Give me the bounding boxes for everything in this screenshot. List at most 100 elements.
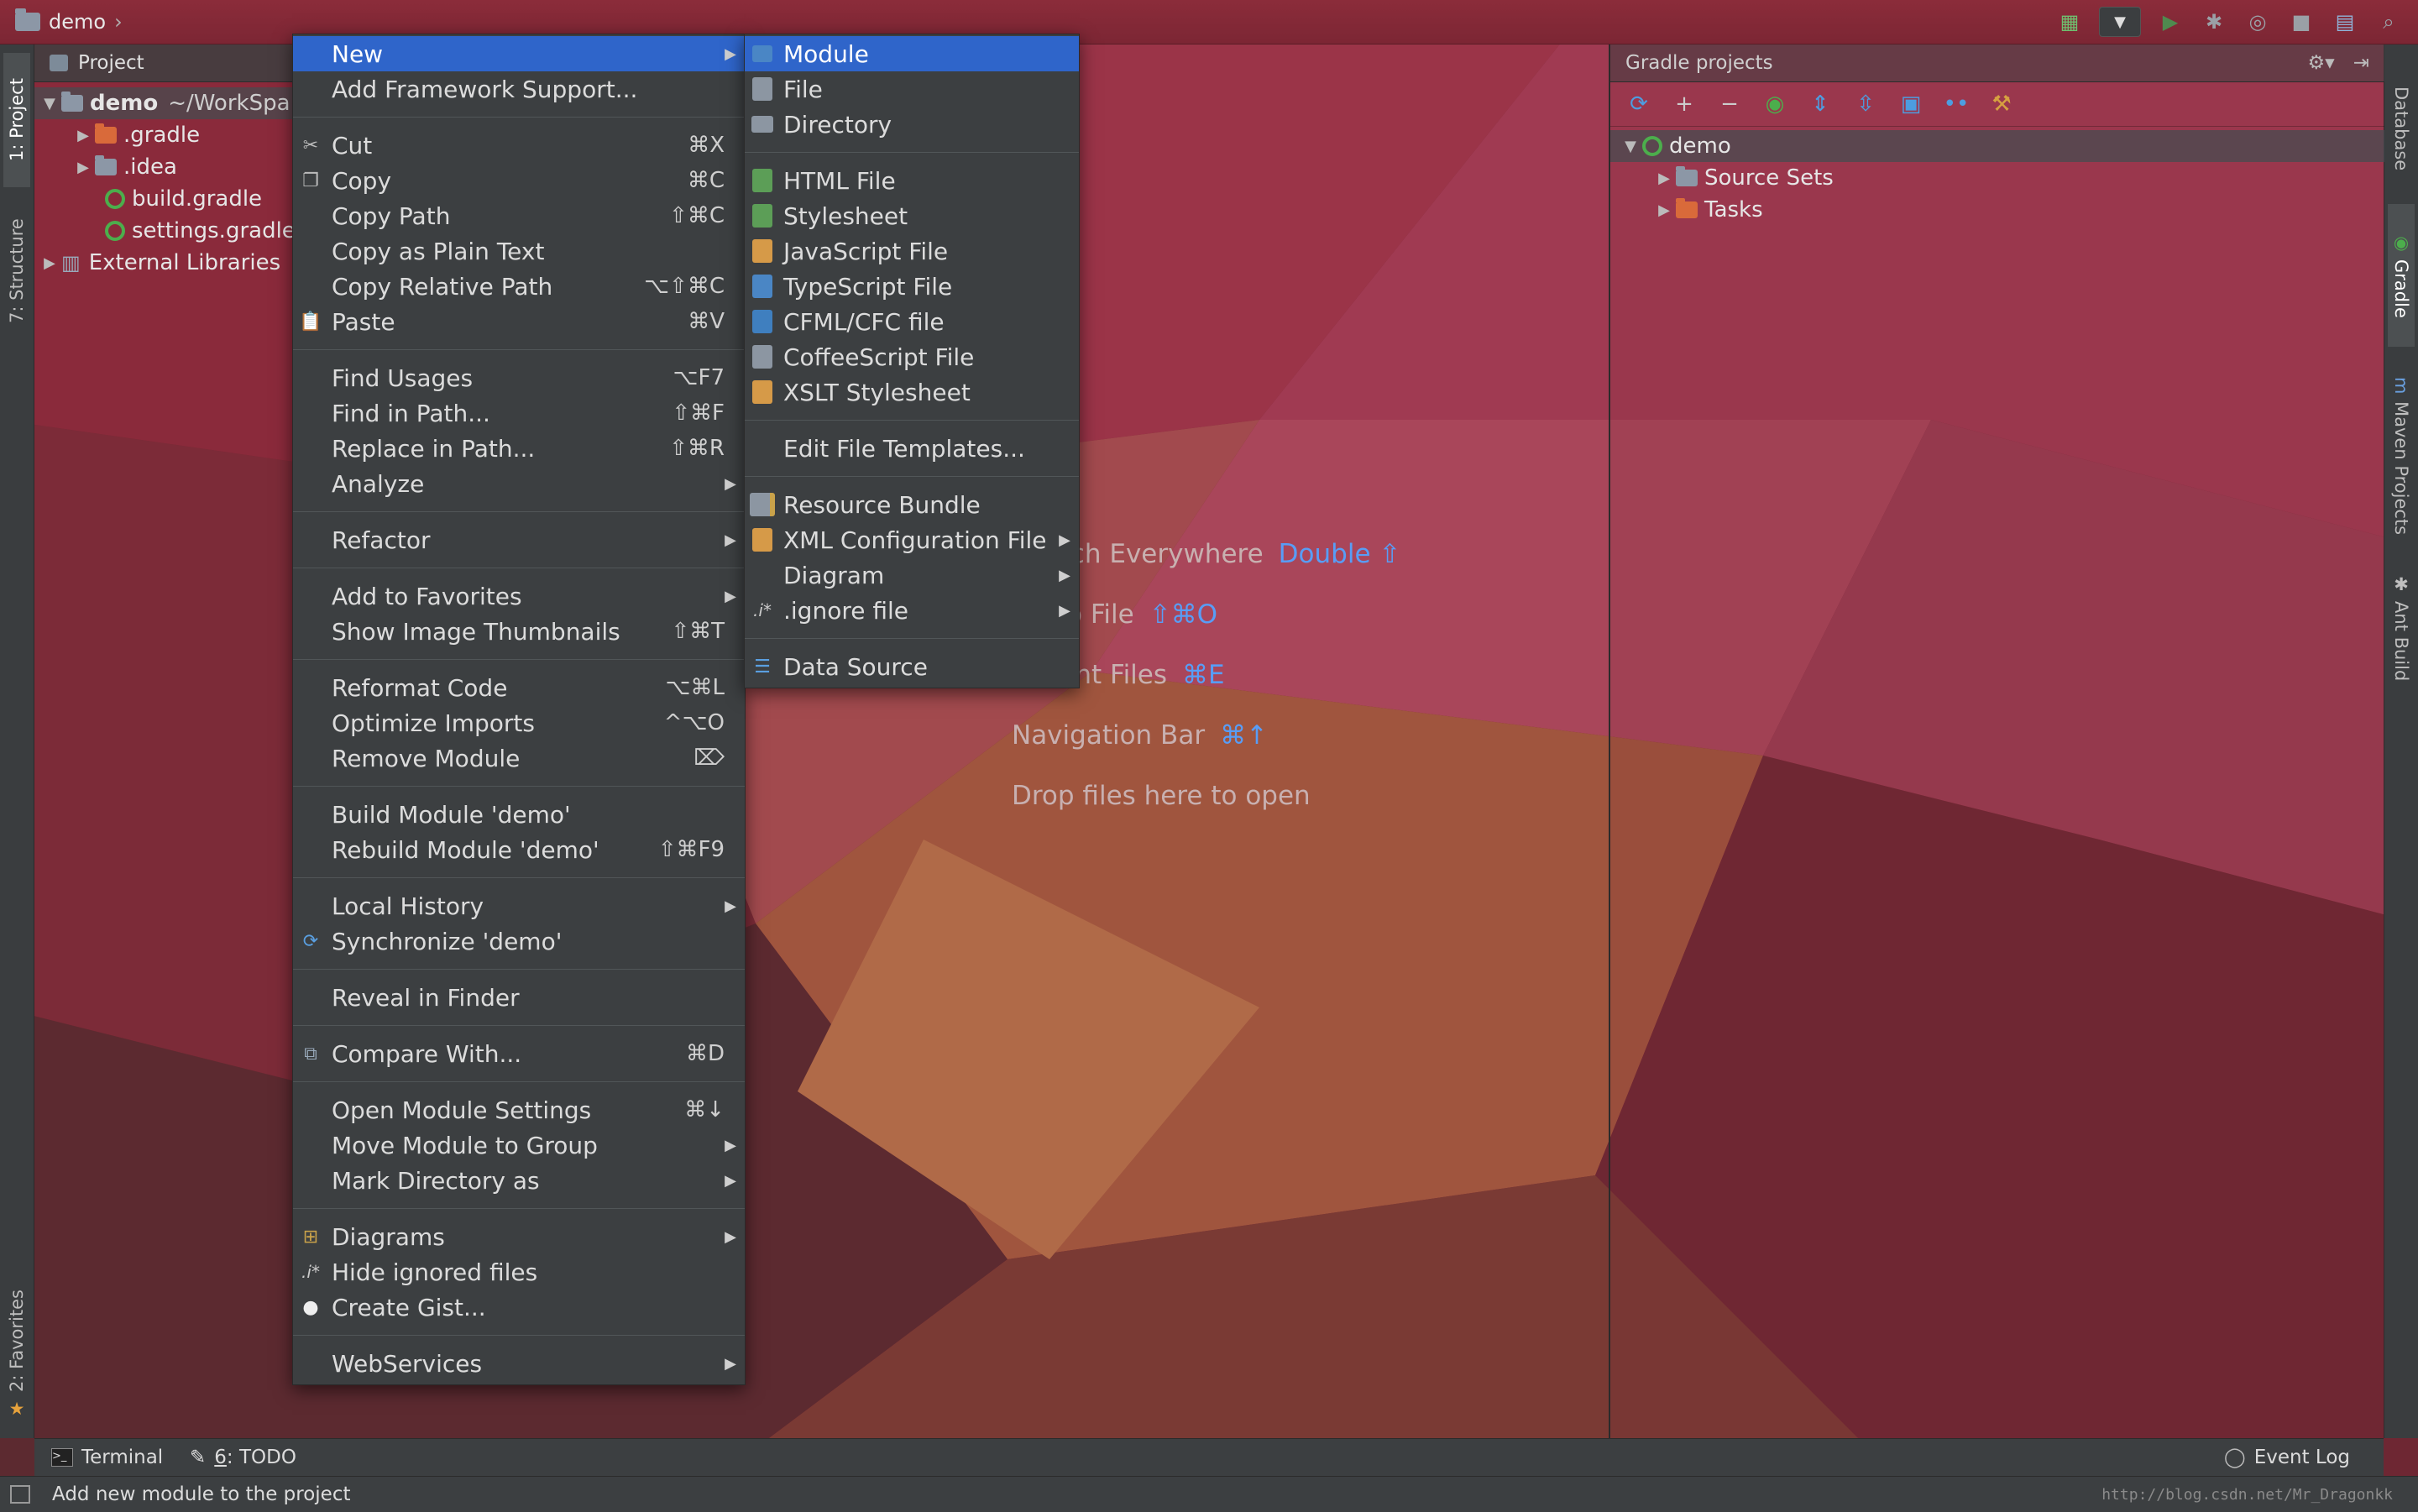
- menu-item-synchronize[interactable]: ⟳ Synchronize 'demo': [293, 923, 745, 959]
- menu-item-paste[interactable]: 📋 Paste ⌘V: [293, 304, 745, 339]
- menu-item-cut[interactable]: ✂ Cut ⌘X: [293, 128, 745, 163]
- collapse-all-icon[interactable]: ⇳: [1852, 91, 1879, 118]
- tree-node-path: ~/WorkSpa: [168, 91, 290, 116]
- menu-item-create-gist[interactable]: ● Create Gist...: [293, 1290, 745, 1325]
- menu-item-refactor[interactable]: Refactor ▶: [293, 522, 745, 557]
- menu-item-webservices[interactable]: WebServices ▶: [293, 1346, 745, 1381]
- gradle-node-demo[interactable]: ▼ demo: [1610, 130, 2384, 162]
- refresh-icon[interactable]: ⟳: [1625, 91, 1652, 118]
- coverage-icon[interactable]: ◎: [2243, 8, 2272, 36]
- menu-item-label: Rebuild Module 'demo': [332, 835, 599, 864]
- menu-item-rebuild-module[interactable]: Rebuild Module 'demo' ⇧⌘F9: [293, 832, 745, 867]
- menu-item-label: Copy Relative Path: [332, 272, 553, 301]
- submenu-item-resource-bundle[interactable]: Resource Bundle: [745, 487, 1079, 522]
- tab-database[interactable]: Database: [2388, 53, 2415, 204]
- menu-item-remove-module[interactable]: Remove Module ⌦: [293, 740, 745, 776]
- menu-item-label: Local History: [332, 892, 484, 920]
- gradle-node-source-sets[interactable]: ▶ Source Sets: [1610, 162, 2384, 194]
- menu-item-copy-path[interactable]: Copy Path ⇧⌘C: [293, 198, 745, 233]
- toggle-offline-icon[interactable]: ••: [1943, 91, 1970, 118]
- menu-item-replace-in-path[interactable]: Replace in Path... ⇧⌘R: [293, 431, 745, 466]
- submenu-item-html-file[interactable]: HTML File: [745, 163, 1079, 198]
- menu-item-copy-relative-path[interactable]: Copy Relative Path ⌥⇧⌘C: [293, 269, 745, 304]
- menu-item-add-to-favorites[interactable]: Add to Favorites ▶: [293, 578, 745, 614]
- hide-panel-icon[interactable]: ⇥: [2353, 52, 2369, 74]
- module-folder-icon: [61, 92, 83, 112]
- gradle-tool-window: Gradle projects ⚙▾ ⇥ ⟳ + − ◉ ⇕ ⇳ ▣ •• ⚒ …: [1609, 44, 2384, 1438]
- tab-gradle[interactable]: ◉ Gradle: [2388, 204, 2415, 347]
- submenu-item-xml-configuration-file[interactable]: XML Configuration File ▶: [745, 522, 1079, 557]
- submenu-item-coffeescript-file[interactable]: CoffeeScript File: [745, 339, 1079, 374]
- menu-item-local-history[interactable]: Local History ▶: [293, 888, 745, 923]
- menu-item-compare-with[interactable]: ⧉ Compare With... ⌘D: [293, 1036, 745, 1071]
- group-icon[interactable]: ▣: [1897, 91, 1924, 118]
- collapse-arrow-icon[interactable]: ▶: [1652, 170, 1676, 187]
- menu-item-find-usages[interactable]: Find Usages ⌥F7: [293, 360, 745, 395]
- menu-item-open-module-settings[interactable]: Open Module Settings ⌘↓: [293, 1092, 745, 1127]
- run-configuration-dropdown[interactable]: ▼: [2099, 7, 2141, 37]
- expand-arrow-icon[interactable]: ▼: [38, 95, 61, 112]
- menu-item-find-in-path[interactable]: Find in Path... ⇧⌘F: [293, 395, 745, 431]
- remove-icon[interactable]: −: [1716, 91, 1743, 118]
- submenu-item-module[interactable]: Module: [745, 36, 1079, 71]
- gradle-node-tasks[interactable]: ▶ Tasks: [1610, 194, 2384, 226]
- expand-arrow-icon[interactable]: ▼: [1619, 138, 1642, 155]
- run-icon[interactable]: ▶: [2156, 8, 2185, 36]
- star-icon: ★: [7, 1399, 27, 1419]
- menu-item-diagrams[interactable]: ⊞ Diagrams ▶: [293, 1219, 745, 1254]
- menu-item-new[interactable]: New ▶: [293, 36, 745, 71]
- tab-maven-projects[interactable]: m Maven Projects: [2388, 364, 2415, 548]
- submenu-item-ignore-file[interactable]: .i* .ignore file ▶: [745, 593, 1079, 628]
- submenu-item-diagram[interactable]: Diagram ▶: [745, 557, 1079, 593]
- tab-ant-build[interactable]: ✱ Ant Build: [2388, 565, 2415, 691]
- menu-item-build-module[interactable]: Build Module 'demo': [293, 797, 745, 832]
- tab-todo[interactable]: ✎ 6: TODO: [190, 1447, 296, 1468]
- tab-project[interactable]: 1: Project: [3, 53, 30, 187]
- menu-item-add-framework-support[interactable]: Add Framework Support...: [293, 71, 745, 107]
- menu-item-copy-plain-text[interactable]: Copy as Plain Text: [293, 233, 745, 269]
- tool-windows-toggle-icon[interactable]: [10, 1485, 30, 1504]
- submenu-item-xslt-stylesheet[interactable]: XSLT Stylesheet: [745, 374, 1079, 410]
- tab-favorites[interactable]: ★ 2: Favorites: [3, 1279, 30, 1430]
- menu-item-move-module-to-group[interactable]: Move Module to Group ▶: [293, 1127, 745, 1163]
- add-icon[interactable]: +: [1671, 91, 1698, 118]
- menu-item-reveal-in-finder[interactable]: Reveal in Finder: [293, 980, 745, 1015]
- gear-icon[interactable]: ⚙▾: [2308, 52, 2335, 74]
- submenu-item-javascript-file[interactable]: JavaScript File: [745, 233, 1079, 269]
- submenu-item-file[interactable]: File: [745, 71, 1079, 107]
- menu-item-mark-directory-as[interactable]: Mark Directory as ▶: [293, 1163, 745, 1198]
- collapse-arrow-icon[interactable]: ▶: [71, 159, 95, 176]
- submenu-item-edit-file-templates[interactable]: Edit File Templates...: [745, 431, 1079, 466]
- menu-item-analyze[interactable]: Analyze ▶: [293, 466, 745, 501]
- breadcrumb-project[interactable]: demo: [49, 10, 106, 34]
- search-icon[interactable]: ⌕: [2374, 8, 2403, 36]
- project-structure-icon[interactable]: ▤: [2331, 8, 2359, 36]
- tab-terminal[interactable]: >_ Terminal: [51, 1447, 163, 1468]
- menu-item-reformat-code[interactable]: Reformat Code ⌥⌘L: [293, 670, 745, 705]
- typescript-file-icon: [750, 274, 775, 299]
- submenu-item-data-source[interactable]: ☰ Data Source: [745, 649, 1079, 684]
- menu-item-copy[interactable]: ❐ Copy ⌘C: [293, 163, 745, 198]
- menu-item-show-image-thumbnails[interactable]: Show Image Thumbnails ⇧⌘T: [293, 614, 745, 649]
- submenu-item-stylesheet[interactable]: Stylesheet: [745, 198, 1079, 233]
- menu-item-shortcut: ⇧⌘T: [671, 619, 725, 644]
- expand-all-icon[interactable]: ⇕: [1807, 91, 1834, 118]
- debug-icon[interactable]: ✱: [2200, 8, 2228, 36]
- menu-item-label: Hide ignored files: [332, 1258, 538, 1286]
- collapse-arrow-icon[interactable]: ▶: [1652, 201, 1676, 219]
- submenu-item-cfml-file[interactable]: CFML/CFC file: [745, 304, 1079, 339]
- collapse-arrow-icon[interactable]: ▶: [38, 254, 61, 272]
- execute-task-icon[interactable]: ◉: [1761, 91, 1788, 118]
- settings-wrench-icon[interactable]: ⚒: [1988, 91, 2015, 118]
- tab-structure[interactable]: 7: Structure: [3, 200, 30, 343]
- menu-item-optimize-imports[interactable]: Optimize Imports ^⌥O: [293, 705, 745, 740]
- breadcrumb[interactable]: demo ›: [15, 7, 123, 37]
- submenu-item-directory[interactable]: Directory: [745, 107, 1079, 142]
- collapse-arrow-icon[interactable]: ▶: [71, 127, 95, 144]
- menu-item-hide-ignored-files[interactable]: .i* Hide ignored files: [293, 1254, 745, 1290]
- tree-node-label: demo: [90, 91, 159, 116]
- tab-event-log[interactable]: ◯ Event Log: [2224, 1447, 2350, 1468]
- stop-icon[interactable]: ■: [2287, 8, 2316, 36]
- submenu-item-typescript-file[interactable]: TypeScript File: [745, 269, 1079, 304]
- build-icon[interactable]: ▦: [2055, 8, 2084, 36]
